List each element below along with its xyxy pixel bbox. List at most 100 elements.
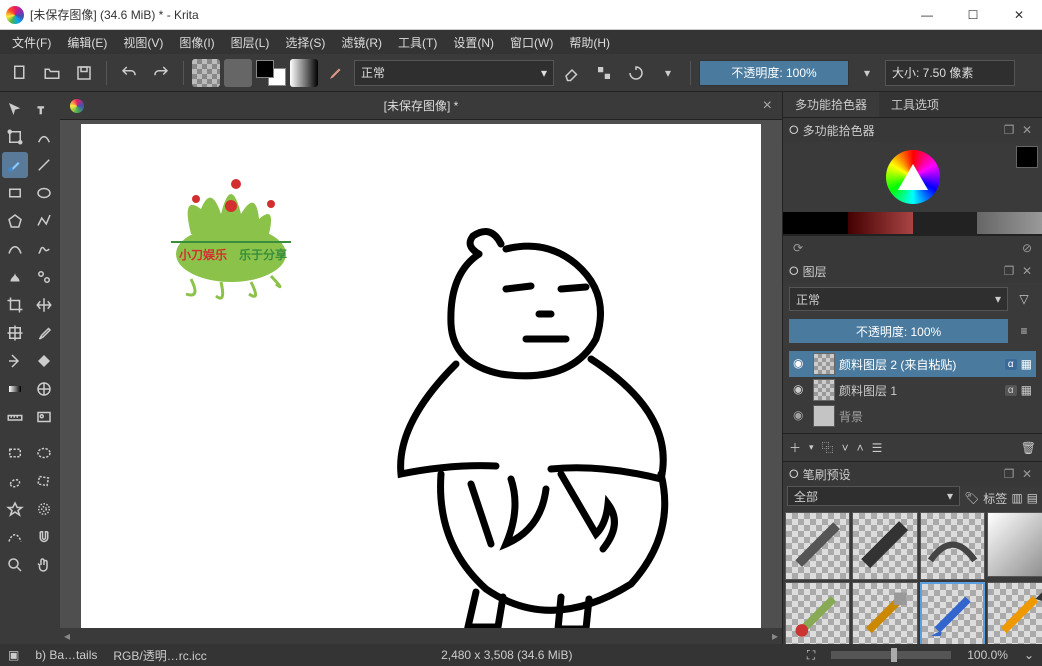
freehand-brush-tool[interactable] — [2, 152, 28, 178]
brush-preset[interactable] — [852, 582, 917, 644]
layer-props-icon[interactable]: ▦ — [1021, 357, 1032, 371]
assistant-tool[interactable] — [31, 376, 57, 402]
menu-help[interactable]: 帮助(H) — [561, 32, 618, 53]
zoom-dropdown-icon[interactable]: ⌄ — [1024, 648, 1034, 662]
smart-patch-tool[interactable] — [2, 348, 28, 374]
undo-button[interactable] — [115, 59, 143, 87]
layer-opacity-slider[interactable]: 不透明度: 100% — [789, 319, 1008, 343]
gradient-tool[interactable] — [2, 376, 28, 402]
brush-preset[interactable] — [987, 512, 1042, 577]
canvas-viewport[interactable]: 小刀娱乐 乐于分享 — [60, 120, 782, 628]
polygon-tool[interactable] — [2, 208, 28, 234]
menu-window[interactable]: 窗口(W) — [502, 32, 561, 53]
brush-size-field[interactable]: 大小: 7.50 像素 — [885, 60, 1015, 86]
brush-preset-selected[interactable] — [920, 582, 985, 644]
menu-settings[interactable]: 设置(N) — [445, 32, 502, 53]
doc-tab-close-icon[interactable]: × — [763, 97, 772, 115]
menu-layer[interactable]: 图层(L) — [223, 32, 278, 53]
blend-mode-select[interactable]: 正常▾ — [354, 60, 554, 86]
fg-bg-swatch[interactable] — [256, 60, 286, 86]
horizontal-scrollbar[interactable]: ◂ ▸ — [60, 628, 782, 644]
edit-shapes-tool[interactable] — [31, 124, 57, 150]
eraser-toggle[interactable] — [558, 59, 586, 87]
refresh-icon[interactable]: ⟳ — [789, 239, 807, 257]
close-brush-icon[interactable]: ✕ — [1018, 465, 1036, 483]
save-button[interactable] — [70, 59, 98, 87]
float-brush-icon[interactable]: ❐ — [1000, 465, 1018, 483]
zoom-value[interactable]: 100.0% — [967, 648, 1008, 662]
menu-edit[interactable]: 编辑(E) — [59, 32, 115, 53]
color-selector-widget[interactable] — [783, 142, 1042, 212]
brush-preset-button[interactable] — [322, 59, 350, 87]
list-mode-icon[interactable]: ▤ — [1027, 491, 1038, 505]
denied-icon[interactable]: ⊘ — [1018, 239, 1036, 257]
crop-tool[interactable] — [2, 124, 28, 150]
transform-tool[interactable]: T — [31, 96, 57, 122]
menu-filter[interactable]: 滤镜(R) — [333, 32, 390, 53]
selection-mode-icon[interactable]: ▣ — [8, 648, 19, 662]
menu-image[interactable]: 图像(I) — [171, 32, 222, 53]
brush-preset[interactable] — [920, 512, 985, 580]
pattern-1-button[interactable] — [192, 59, 220, 87]
multibrush-tool[interactable] — [31, 264, 57, 290]
fill-tool[interactable] — [31, 348, 57, 374]
move-tool[interactable] — [2, 96, 28, 122]
zoom-slider[interactable] — [831, 651, 951, 659]
similar-select-tool[interactable] — [31, 496, 57, 522]
ellipse-tool[interactable] — [31, 180, 57, 206]
magnetic-select-tool[interactable] — [31, 524, 57, 550]
document-tab[interactable]: [未保存图像] * × — [60, 97, 782, 114]
move-up-button[interactable]: ˄ — [857, 441, 864, 455]
add-layer-button[interactable]: ＋ — [789, 439, 801, 456]
layer-menu-icon[interactable]: ≡ — [1012, 319, 1036, 343]
menu-view[interactable]: 视图(V) — [115, 32, 171, 53]
close-button[interactable]: ✕ — [996, 0, 1042, 30]
tag-icon[interactable]: 🏷 — [964, 491, 979, 505]
tab-color-selector[interactable]: 多功能拾色器 — [783, 92, 879, 117]
close-layers-icon[interactable]: ✕ — [1018, 262, 1036, 280]
brush-preset[interactable] — [987, 582, 1042, 644]
freehand-select-tool[interactable] — [2, 468, 28, 494]
tab-tool-options[interactable]: 工具选项 — [879, 92, 951, 117]
menu-tools[interactable]: 工具(T) — [390, 32, 445, 53]
view-mode-icon[interactable]: ▥ — [1011, 491, 1022, 505]
bezier-tool[interactable] — [2, 236, 28, 262]
opacity-slider[interactable]: 不透明度: 100% — [699, 60, 849, 86]
close-docker-icon[interactable]: ✕ — [1018, 121, 1036, 139]
delete-layer-button[interactable]: 🗑 — [1021, 441, 1036, 455]
freehand-path-tool[interactable] — [31, 236, 57, 262]
pattern-2-button[interactable] — [224, 59, 252, 87]
contiguous-select-tool[interactable] — [2, 496, 28, 522]
layer-item-2[interactable]: ◉ 颜料图层 2 (来自粘贴) α ▦ — [789, 351, 1036, 377]
rect-select-tool[interactable] — [2, 440, 28, 466]
dyna-tool[interactable] — [2, 264, 28, 290]
alpha-lock-toggle[interactable] — [590, 59, 618, 87]
polyline-tool[interactable] — [31, 208, 57, 234]
visibility-icon[interactable]: ◉ — [793, 382, 809, 398]
pan-tool[interactable] — [31, 552, 57, 578]
canvas[interactable]: 小刀娱乐 乐于分享 — [81, 124, 761, 628]
ellipse-select-tool[interactable] — [31, 440, 57, 466]
move-down-button[interactable]: ˅ — [842, 441, 849, 455]
float-docker-icon[interactable]: ❐ — [1000, 121, 1018, 139]
brush-preset[interactable] — [785, 582, 850, 644]
current-color-swatch[interactable] — [1016, 146, 1038, 168]
reference-tool[interactable] — [31, 404, 57, 430]
line-tool[interactable] — [31, 152, 57, 178]
open-file-button[interactable] — [38, 59, 66, 87]
crop-tool-2[interactable] — [2, 292, 28, 318]
layer-item-1[interactable]: ◉ 颜料图层 1 α ▦ — [789, 377, 1036, 403]
filter-icon[interactable]: ▽ — [1012, 287, 1036, 311]
minimize-button[interactable]: — — [904, 0, 950, 30]
brush-filter-select[interactable]: 全部▾ — [787, 486, 960, 506]
zoom-tool[interactable] — [2, 552, 28, 578]
measure-tool[interactable] — [2, 404, 28, 430]
rectangle-tool[interactable] — [2, 180, 28, 206]
polygonal-select-tool[interactable] — [31, 468, 57, 494]
redo-button[interactable] — [147, 59, 175, 87]
brush-preset[interactable] — [852, 512, 917, 580]
lock-icon[interactable]: ⭘ — [789, 123, 799, 138]
toolbar-dropdown[interactable]: ▾ — [654, 59, 682, 87]
layer-settings-button[interactable]: ☰ — [872, 441, 883, 455]
move-layer-tool[interactable] — [31, 292, 57, 318]
